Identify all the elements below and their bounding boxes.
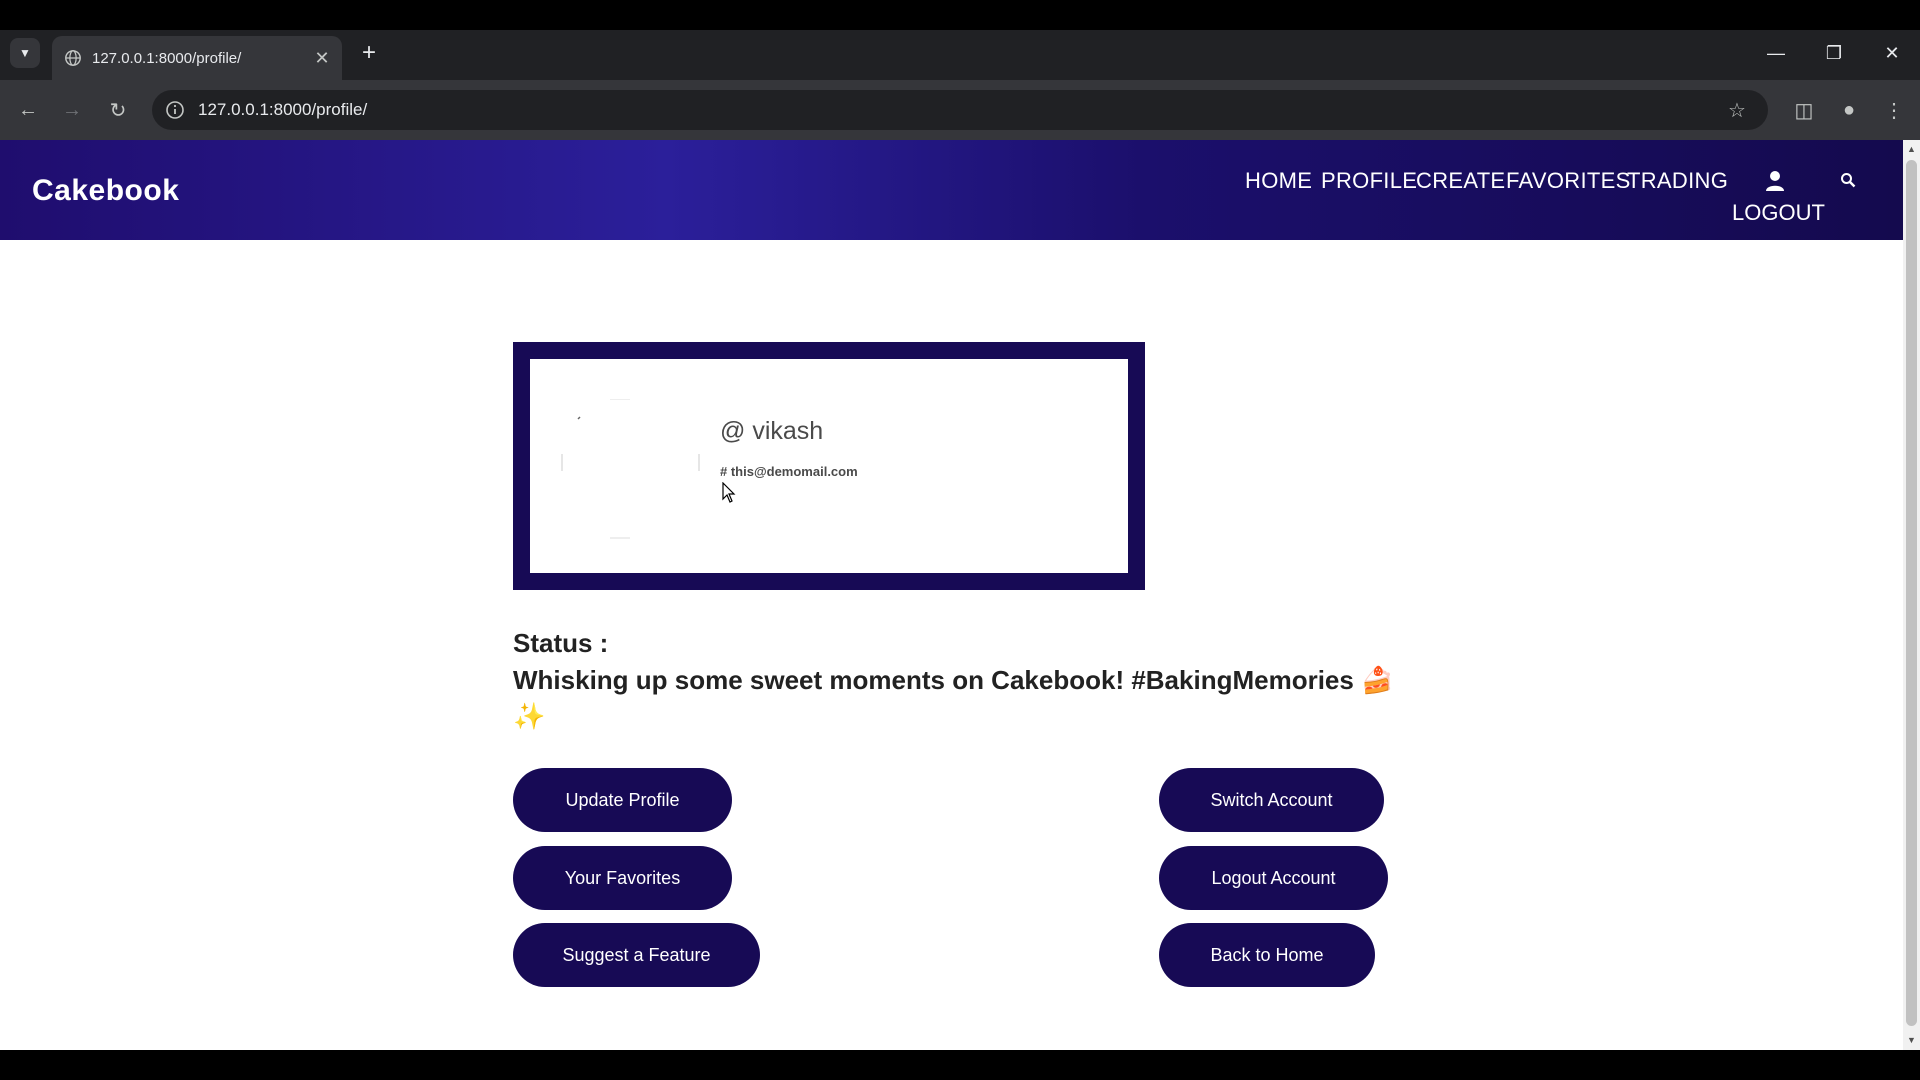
bookmark-star-icon[interactable]: ☆	[1726, 99, 1748, 122]
reload-icon[interactable]: ↻	[104, 96, 132, 124]
search-icon[interactable]	[1840, 172, 1856, 188]
tab-search-chevron-icon[interactable]: ▼	[10, 38, 40, 68]
nav-profile[interactable]: PROFILE	[1321, 168, 1417, 194]
forward-arrow-icon[interactable]: →	[58, 96, 86, 124]
your-favorites-button[interactable]: Your Favorites	[513, 846, 732, 910]
site-navbar: Cakebook HOME PROFILE CREATE FAVORITES T…	[0, 140, 1903, 240]
user-icon[interactable]	[1765, 170, 1785, 192]
back-to-home-button[interactable]: Back to Home	[1159, 923, 1375, 987]
page-viewport: Cakebook HOME PROFILE CREATE FAVORITES T…	[0, 140, 1903, 1050]
site-info-icon[interactable]	[164, 99, 186, 121]
side-panel-icon[interactable]: ◫	[1790, 96, 1818, 124]
avatar-image	[561, 399, 700, 539]
globe-icon	[65, 50, 81, 66]
site-brand[interactable]: Cakebook	[32, 174, 179, 208]
nav-home[interactable]: HOME	[1245, 168, 1312, 194]
browser-tab-bar: ▼ 127.0.0.1:8000/profile/ ✕ + — ❐ ✕	[0, 30, 1920, 80]
scrollbar-thumb[interactable]	[1906, 160, 1917, 1026]
browser-tab[interactable]: 127.0.0.1:8000/profile/ ✕	[52, 36, 342, 80]
restore-icon[interactable]: ❐	[1812, 36, 1856, 70]
scroll-down-arrow-icon[interactable]: ▼	[1906, 1035, 1917, 1046]
browser-menu-icon[interactable]: ⋮	[1880, 96, 1908, 124]
nav-logout[interactable]: LOGOUT	[1732, 200, 1825, 226]
minimize-icon[interactable]: —	[1754, 36, 1798, 70]
url-text[interactable]: 127.0.0.1:8000/profile/	[198, 100, 1726, 120]
logout-account-button[interactable]: Logout Account	[1159, 846, 1388, 910]
nav-favorites[interactable]: FAVORITES	[1506, 168, 1631, 194]
profile-card: @ vikash # this@demomail.com	[513, 342, 1145, 590]
mouse-cursor-icon	[722, 482, 736, 503]
suggest-feature-button[interactable]: Suggest a Feature	[513, 923, 760, 987]
close-tab-icon[interactable]: ✕	[310, 46, 334, 70]
tab-title: 127.0.0.1:8000/profile/	[92, 49, 242, 67]
profile-username: @ vikash	[720, 417, 824, 445]
status-label: Status :	[513, 628, 609, 658]
back-arrow-icon[interactable]: ←	[14, 96, 42, 124]
nav-create[interactable]: CREATE	[1416, 168, 1505, 194]
profile-card-body: @ vikash # this@demomail.com	[530, 359, 1128, 573]
switch-account-button[interactable]: Switch Account	[1159, 768, 1384, 832]
nav-trading[interactable]: TRADING	[1627, 168, 1728, 194]
page-scrollbar[interactable]: ▲ ▼	[1903, 140, 1920, 1050]
profile-email: # this@demomail.com	[720, 464, 858, 479]
browser-toolbar: ← → ↻ 127.0.0.1:8000/profile/ ☆ ◫ ● ⋮	[0, 80, 1920, 140]
status-text: Whisking up some sweet moments on Cakebo…	[513, 665, 1394, 731]
window-close-icon[interactable]: ✕	[1870, 36, 1914, 70]
new-tab-icon[interactable]: +	[356, 39, 382, 66]
screen-bottom-edge	[0, 1050, 1920, 1080]
address-bar[interactable]: 127.0.0.1:8000/profile/ ☆	[152, 90, 1768, 130]
update-profile-button[interactable]: Update Profile	[513, 768, 732, 832]
profile-icon[interactable]: ●	[1835, 96, 1863, 124]
scroll-up-arrow-icon[interactable]: ▲	[1906, 144, 1917, 155]
